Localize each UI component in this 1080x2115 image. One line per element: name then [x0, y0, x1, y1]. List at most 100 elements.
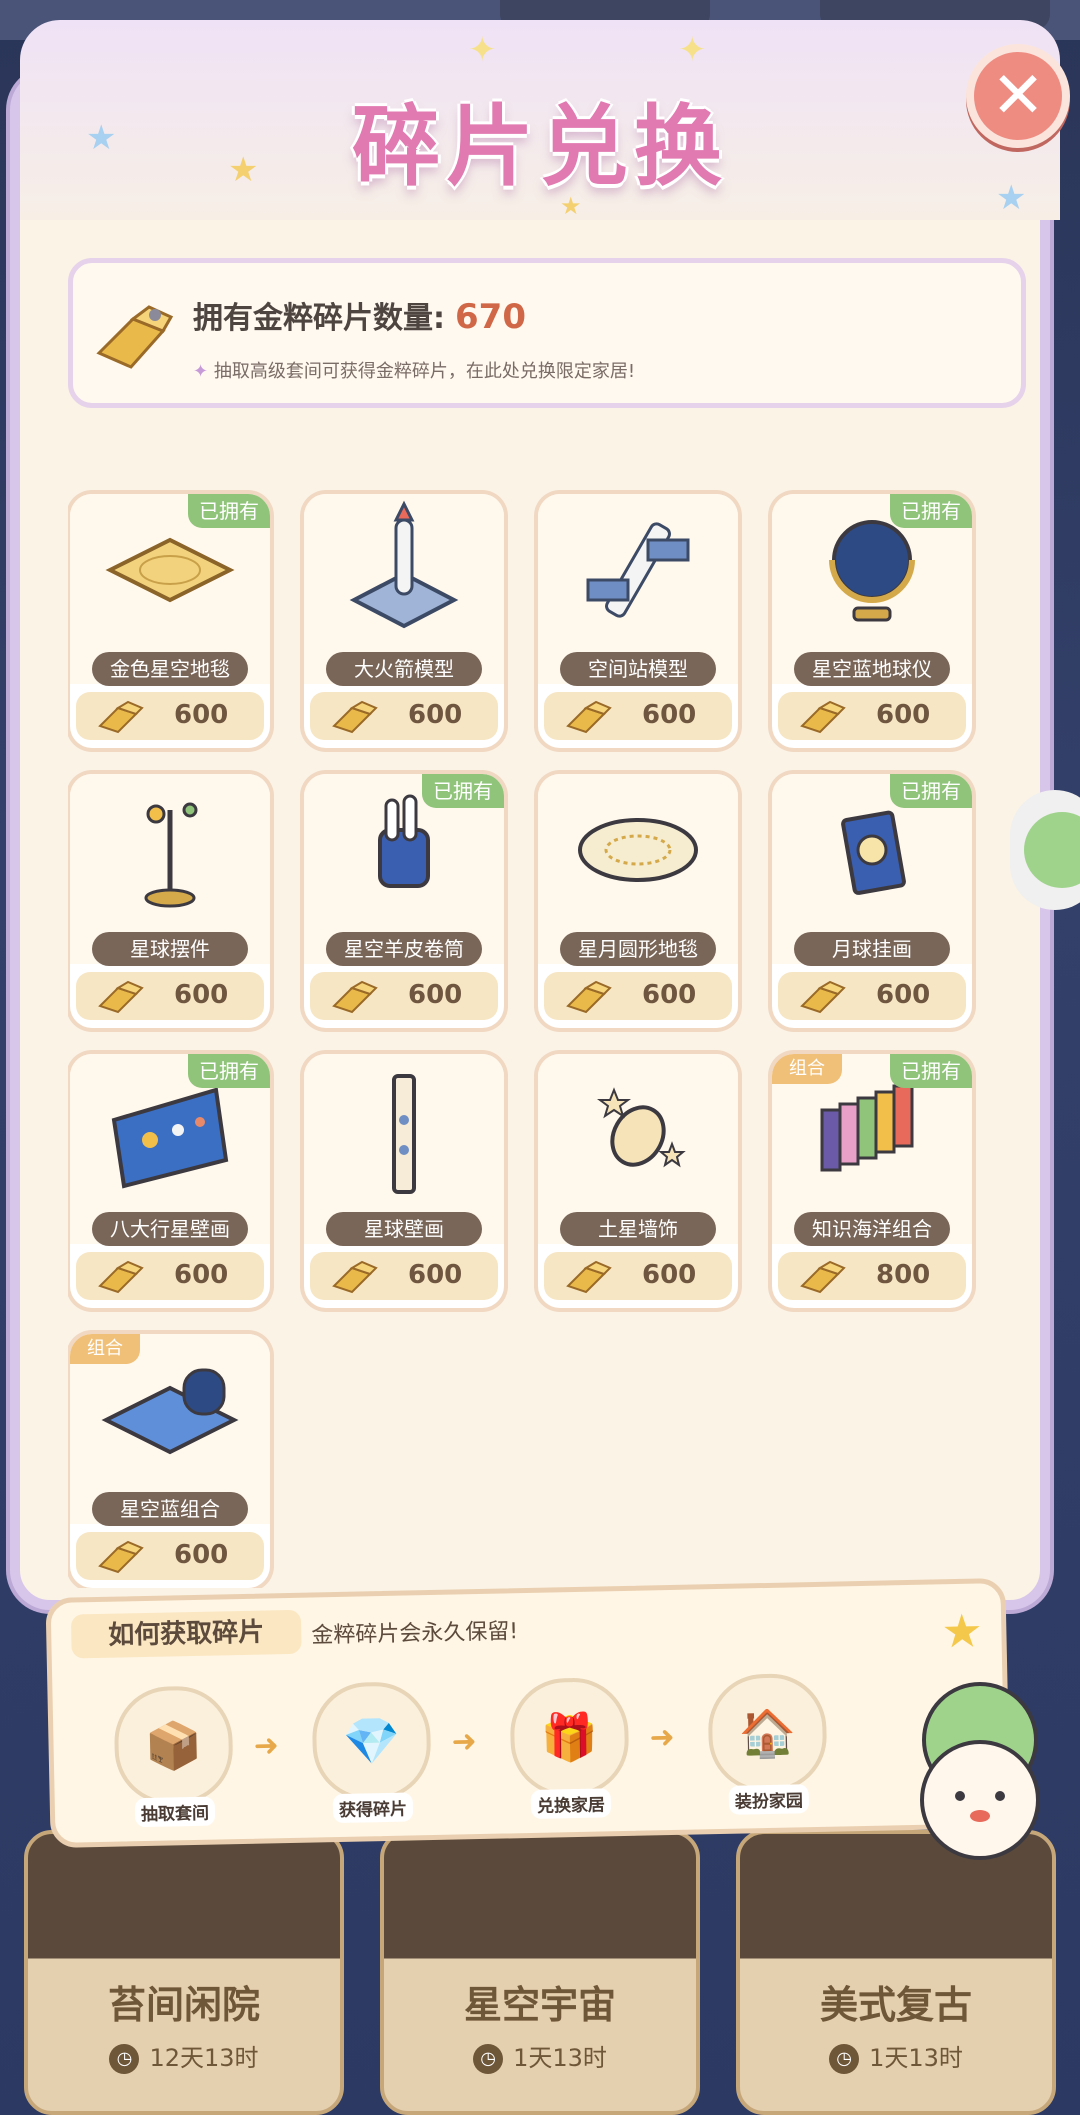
- theme-card[interactable]: 星空宇宙 ◷ 1天13时: [380, 1830, 700, 2115]
- gold-fragment-icon: [98, 1540, 144, 1574]
- item-price: 600: [408, 980, 463, 1010]
- theme-name: 美式复古: [819, 1983, 972, 2027]
- gold-fragment-icon: [332, 1260, 378, 1294]
- gold-fragment-icon: [800, 980, 846, 1014]
- gold-fragment-icon: [98, 700, 144, 734]
- item-name: 知识海洋组合: [794, 1212, 950, 1246]
- help-note: 金粹碎片会永久保留!: [311, 1619, 519, 1649]
- house-icon: 🏠: [738, 1704, 797, 1761]
- star-icon: ✦: [468, 30, 497, 70]
- item-name: 月球挂画: [794, 932, 950, 966]
- side-float-button[interactable]: [1010, 790, 1080, 910]
- close-icon: ✕: [991, 59, 1045, 133]
- item-name: 星球摆件: [92, 932, 248, 966]
- page-title: 碎片兑换: [351, 95, 728, 198]
- item-price: 600: [408, 1260, 463, 1290]
- step-label: 装扮家园: [728, 1784, 810, 1815]
- arrow-right-icon: ➜: [649, 1719, 676, 1756]
- owned-badge: 已拥有: [890, 1054, 972, 1088]
- item-name: 星空羊皮卷筒: [326, 932, 482, 966]
- item-price: 600: [174, 980, 229, 1010]
- clock-icon: ◷: [473, 2044, 504, 2074]
- round-carpet-icon: [578, 818, 698, 882]
- item-card[interactable]: 组合 已拥有 知识海洋组合 800: [772, 1054, 972, 1308]
- item-card[interactable]: 已拥有 星空蓝地球仪 600: [772, 494, 972, 748]
- theme-card[interactable]: 苔间闲院 ◷ 12天13时: [24, 1830, 344, 2115]
- space-station-icon: [586, 522, 690, 618]
- item-card[interactable]: 土星墙饰 600: [538, 1054, 738, 1308]
- item-card[interactable]: 大火箭模型 600: [304, 494, 504, 748]
- theme-time-left: 1天13时: [869, 2044, 963, 2072]
- item-card[interactable]: 星球摆件 600: [70, 774, 270, 1028]
- gold-fragment-icon: [566, 1260, 612, 1294]
- item-card[interactable]: 空间站模型 600: [538, 494, 738, 748]
- item-card[interactable]: 已拥有 星空羊皮卷筒 600: [304, 774, 504, 1028]
- item-card[interactable]: 星球壁画 600: [304, 1054, 504, 1308]
- theme-time-left: 12天13时: [149, 2044, 259, 2072]
- combo-badge: 组合: [70, 1334, 140, 1364]
- gold-fragment-icon: [566, 980, 612, 1014]
- crystal-fragment-icon: 💎: [342, 1713, 401, 1769]
- saturn-wall-icon: [597, 1087, 686, 1168]
- theme-card[interactable]: 美式复古 ◷ 1天13时: [736, 1830, 1056, 2115]
- step-decorate-home: 🏠 装扮家园: [706, 1672, 829, 1815]
- fragment-info-box: 拥有金粹碎片数量: 670 ✦ 抽取高级套间可获得金粹碎片，在此处兑换限定家居!: [68, 258, 1026, 408]
- item-price: 600: [174, 700, 229, 730]
- item-price: 600: [876, 700, 931, 730]
- gift-box-icon: 📦: [144, 1717, 203, 1773]
- item-name: 星空蓝地球仪: [794, 652, 950, 686]
- sparkle-icon: ✦: [193, 361, 209, 382]
- item-grid: 600 600 600 600 已拥有 金色星空地毯 600 大火箭模型: [68, 438, 978, 1588]
- theme-time-left: 1天13时: [513, 2044, 607, 2072]
- combo-badge: 组合: [772, 1054, 842, 1084]
- item-name: 大火箭模型: [326, 652, 482, 686]
- item-card[interactable]: 星月圆形地毯 600: [538, 774, 738, 1028]
- star-icon: ✦: [678, 30, 707, 70]
- planet-mural-icon: [392, 1074, 416, 1194]
- item-price: 600: [174, 1540, 229, 1570]
- step-label: 兑换家居: [530, 1788, 612, 1819]
- present-icon: 🎁: [540, 1709, 599, 1765]
- fragment-count-value: 670: [455, 297, 526, 337]
- how-to-get-fragments-panel: 如何获取碎片 金粹碎片会永久保留! 📦 抽取套间 ➜ 💎 获得碎片 ➜ 🎁 兑换…: [45, 1577, 1011, 1849]
- fragment-count-label: 拥有金粹碎片数量:: [193, 301, 445, 336]
- item-card[interactable]: 已拥有 八大行星壁画 600: [70, 1054, 270, 1308]
- owned-badge: 已拥有: [890, 494, 972, 528]
- gold-fragment-icon: [566, 700, 612, 734]
- item-name: 土星墙饰: [560, 1212, 716, 1246]
- star-icon: ★: [940, 1603, 984, 1659]
- step-exchange-furniture: 🎁 兑换家居: [508, 1676, 631, 1819]
- gold-fragment-icon: [332, 980, 378, 1014]
- item-price: 600: [642, 1260, 697, 1290]
- owned-badge: 已拥有: [188, 1054, 270, 1088]
- gold-fragment-icon: [98, 980, 144, 1014]
- rocket-model-icon: [349, 500, 459, 629]
- item-name: 金色星空地毯: [92, 652, 248, 686]
- chat-icon: [1024, 812, 1080, 888]
- gold-fragment-icon: [98, 1260, 144, 1294]
- owned-badge: 已拥有: [188, 494, 270, 528]
- gold-fragment-icon: [800, 700, 846, 734]
- item-price: 600: [642, 980, 697, 1010]
- mascot-character: [920, 1682, 1040, 1860]
- item-price: 600: [876, 980, 931, 1010]
- step-label: 获得碎片: [332, 1792, 414, 1824]
- item-price: 600: [642, 700, 697, 730]
- item-name: 空间站模型: [560, 652, 716, 686]
- fragment-info-note: 抽取高级套间可获得金粹碎片，在此处兑换限定家居!: [213, 361, 636, 382]
- item-card[interactable]: 已拥有 月球挂画 600: [772, 774, 972, 1028]
- close-button[interactable]: ✕: [966, 44, 1070, 148]
- step-get-fragments: 💎 获得碎片: [310, 1681, 433, 1824]
- clock-icon: ◷: [109, 2044, 140, 2074]
- owned-badge: 已拥有: [422, 774, 504, 808]
- gold-fragment-icon: [96, 305, 174, 369]
- item-card[interactable]: 已拥有 金色星空地毯 600: [70, 494, 270, 748]
- theme-name: 苔间闲院: [107, 1983, 260, 2027]
- help-title: 如何获取碎片: [70, 1609, 302, 1659]
- step-draw-suite: 📦 抽取套间: [112, 1685, 235, 1828]
- item-card[interactable]: 组合 星空蓝组合 600: [70, 1334, 270, 1588]
- item-name: 星月圆形地毯: [560, 932, 716, 966]
- gold-fragment-icon: [332, 700, 378, 734]
- arrow-right-icon: ➜: [451, 1724, 478, 1760]
- gold-fragment-icon: [800, 1260, 846, 1294]
